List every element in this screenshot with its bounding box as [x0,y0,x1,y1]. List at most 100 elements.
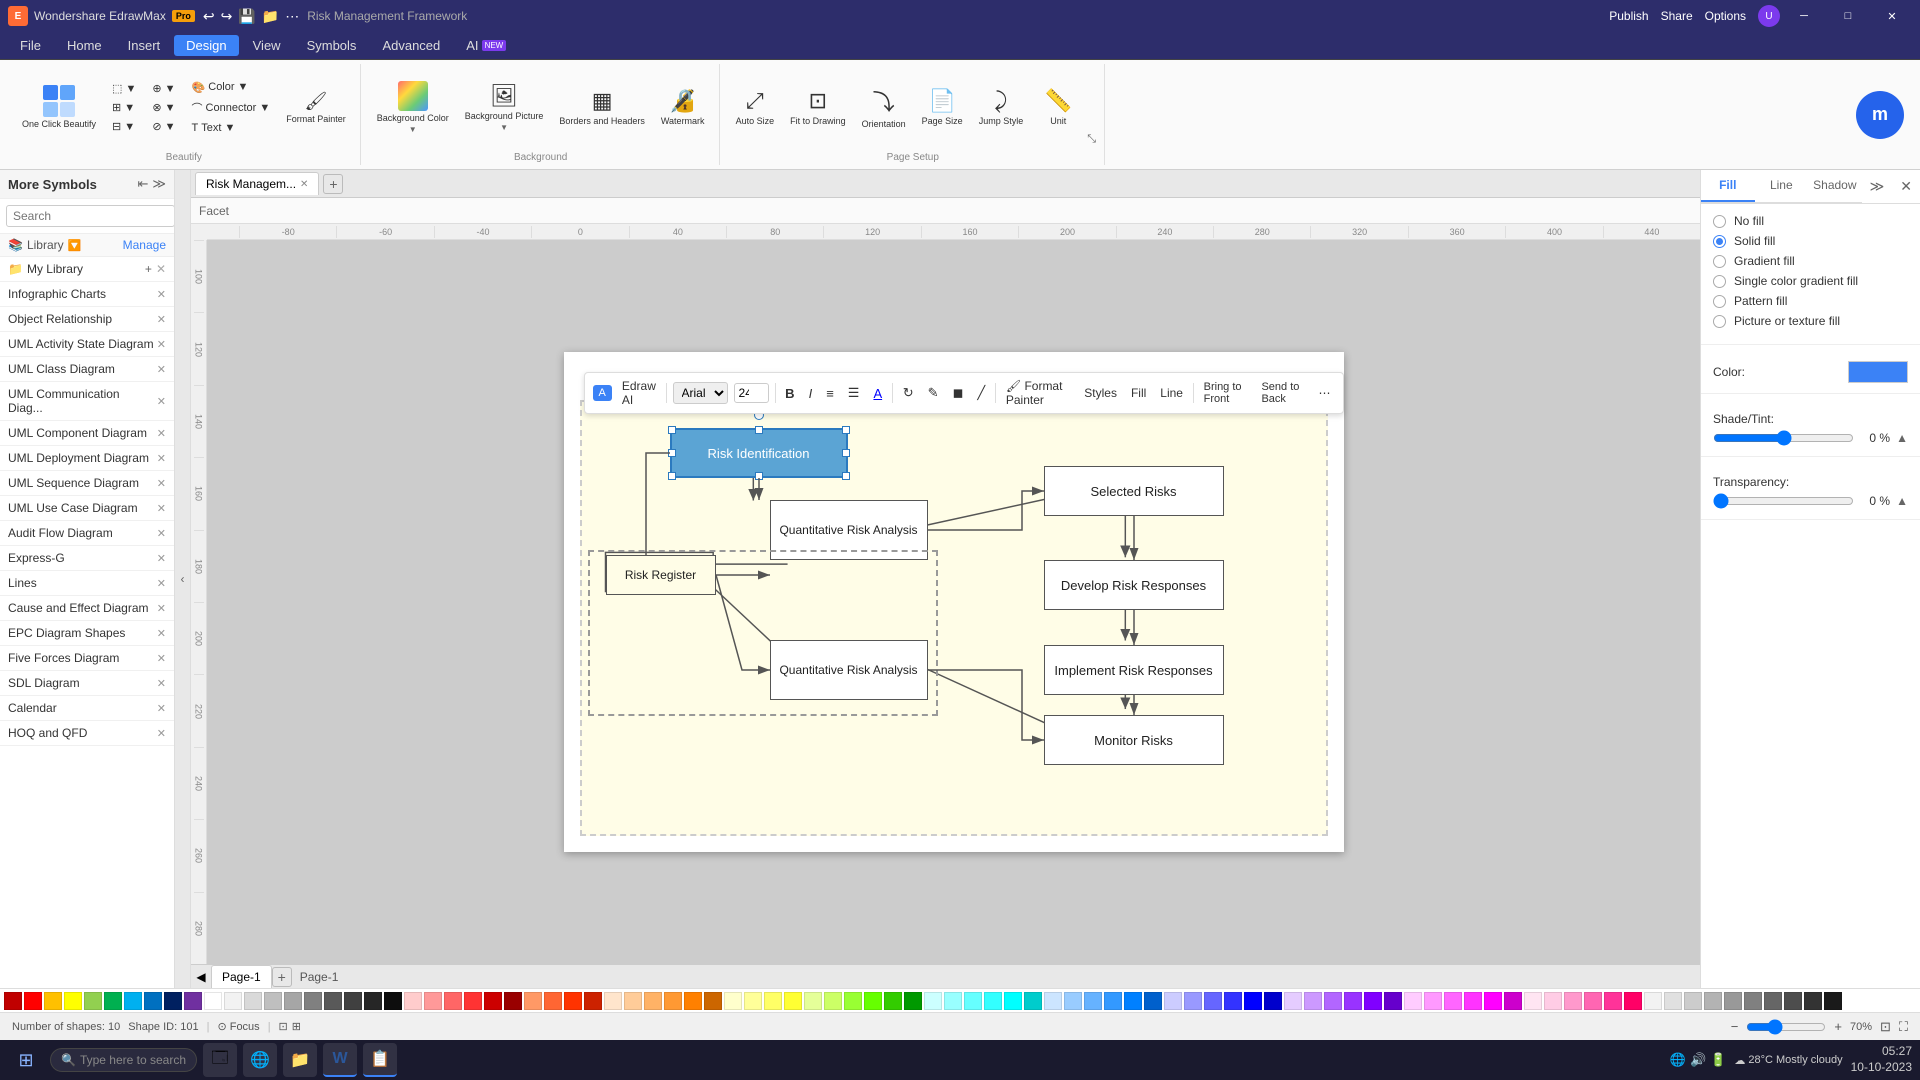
palette-color-85[interactable] [1704,992,1722,1010]
minimize-btn[interactable]: ─ [1784,6,1824,26]
taskbar-search-bar[interactable]: 🔍 Type here to search [50,1048,197,1072]
palette-color-48[interactable] [964,992,982,1010]
section-close-8[interactable]: ✕ [157,502,166,515]
sidebar-section-10[interactable]: Express-G ✕ [0,546,174,571]
palette-color-40[interactable] [804,992,822,1010]
arrange-6-btn[interactable]: ⊘ ▼ [146,118,181,135]
close-btn[interactable]: ✕ [1872,6,1912,26]
palette-color-77[interactable] [1544,992,1562,1010]
single-gradient-radio[interactable] [1713,275,1726,288]
section-close-14[interactable]: ✕ [157,652,166,665]
arrange-1-btn[interactable]: ⬚ ▼ [106,80,142,97]
fill-color-btn[interactable]: ◼ [949,383,968,403]
line-tab[interactable]: Line [1755,170,1809,202]
right-panel-close[interactable]: ✕ [1892,172,1920,201]
redo-btn[interactable]: ↪ [219,6,235,27]
rotate-shape-btn[interactable]: ↻ [899,383,918,403]
palette-color-21[interactable] [424,992,442,1010]
palette-color-74[interactable] [1484,992,1502,1010]
page-prev-btn[interactable]: ◀ [191,967,211,987]
close-library-btn[interactable]: ✕ [156,262,166,276]
options-btn[interactable]: Options [1705,9,1746,23]
clock[interactable]: 05:27 10-10-2023 [1851,1044,1912,1075]
palette-color-31[interactable] [624,992,642,1010]
page-setup-expand[interactable]: ⤡ [1087,133,1096,150]
right-panel-toggle[interactable]: ≫ [1862,172,1893,201]
palette-color-24[interactable] [484,992,502,1010]
section-close-7[interactable]: ✕ [157,477,166,490]
palette-color-50[interactable] [1004,992,1022,1010]
trans-up[interactable]: ▲ [1896,494,1908,508]
palette-color-59[interactable] [1184,992,1202,1010]
page-fit-view[interactable]: ⊞ [292,1020,301,1033]
format-painter-label-btn[interactable]: 🖌 Format Painter [1002,377,1074,409]
section-close-16[interactable]: ✕ [157,702,166,715]
develop-responses-node[interactable]: Develop Risk Responses [1044,560,1224,610]
more-options-btn[interactable]: ⋯ [1314,384,1334,402]
sidebar-section-11[interactable]: Lines ✕ [0,571,174,596]
palette-color-18[interactable] [364,992,382,1010]
page-tab-1[interactable]: Page-1 [211,965,272,989]
taskbar-edge[interactable]: 🌐 [243,1043,277,1077]
fit-page-btn[interactable]: ⊡ [1880,1019,1891,1035]
section-close-0[interactable]: ✕ [157,288,166,301]
palette-color-73[interactable] [1464,992,1482,1010]
line-btn[interactable]: ╱ [973,383,989,403]
sidebar-section-2[interactable]: UML Activity State Diagram ✕ [0,332,174,357]
zoom-in-btn[interactable]: + [1834,1019,1842,1034]
sidebar-section-5[interactable]: UML Component Diagram ✕ [0,421,174,446]
menu-view[interactable]: View [241,35,293,56]
palette-color-1[interactable] [24,992,42,1010]
menu-insert[interactable]: Insert [116,35,173,56]
palette-color-12[interactable] [244,992,262,1010]
palette-color-53[interactable] [1064,992,1082,1010]
palette-color-10[interactable] [204,992,222,1010]
menu-symbols[interactable]: Symbols [295,35,369,56]
arrange-2-btn[interactable]: ⊞ ▼ [106,99,142,116]
palette-color-30[interactable] [604,992,622,1010]
sidebar-section-3[interactable]: UML Class Diagram ✕ [0,357,174,382]
palette-color-5[interactable] [104,992,122,1010]
unit-btn[interactable]: 📏 Unit [1033,71,1083,143]
share-btn[interactable]: Share [1661,9,1693,23]
add-library-btn[interactable]: + [145,262,152,276]
menu-design[interactable]: Design [174,35,238,56]
edraw-ai-btn[interactable]: Edraw AI [618,377,660,409]
one-click-beautify-btn[interactable]: One Click Beautify [16,71,102,143]
palette-color-44[interactable] [884,992,902,1010]
solid-fill-radio[interactable] [1713,235,1726,248]
font-selector[interactable]: Arial [673,382,728,404]
solid-fill-option[interactable]: Solid fill [1713,234,1908,248]
palette-color-42[interactable] [844,992,862,1010]
page-tab-2[interactable]: Page-1 [300,970,339,984]
palette-color-56[interactable] [1124,992,1142,1010]
start-btn[interactable]: ⊞ [8,1042,44,1078]
section-close-2[interactable]: ✕ [157,338,166,351]
section-close-6[interactable]: ✕ [157,452,166,465]
no-fill-option[interactable]: No fill [1713,214,1908,228]
sidebar-collapse-btn[interactable]: ‹ [175,170,191,988]
palette-color-37[interactable] [744,992,762,1010]
palette-color-61[interactable] [1224,992,1242,1010]
palette-color-3[interactable] [64,992,82,1010]
palette-color-82[interactable] [1644,992,1662,1010]
palette-color-32[interactable] [644,992,662,1010]
font-color-btn[interactable]: A [869,384,886,403]
palette-color-79[interactable] [1584,992,1602,1010]
palette-color-26[interactable] [524,992,542,1010]
palette-color-90[interactable] [1804,992,1822,1010]
color-swatch[interactable] [1848,361,1908,383]
format-painter-btn[interactable]: 🖌 Format Painter [280,87,352,127]
send-back-btn[interactable]: Send to Back [1257,379,1308,407]
palette-color-27[interactable] [544,992,562,1010]
palette-color-75[interactable] [1504,992,1522,1010]
palette-color-0[interactable] [4,992,22,1010]
palette-color-47[interactable] [944,992,962,1010]
gradient-fill-radio[interactable] [1713,255,1726,268]
palette-color-25[interactable] [504,992,522,1010]
palette-color-43[interactable] [864,992,882,1010]
sidebar-section-16[interactable]: Calendar ✕ [0,696,174,721]
palette-color-16[interactable] [324,992,342,1010]
taskbar-explorer[interactable]: 📁 [283,1043,317,1077]
pattern-fill-radio[interactable] [1713,295,1726,308]
